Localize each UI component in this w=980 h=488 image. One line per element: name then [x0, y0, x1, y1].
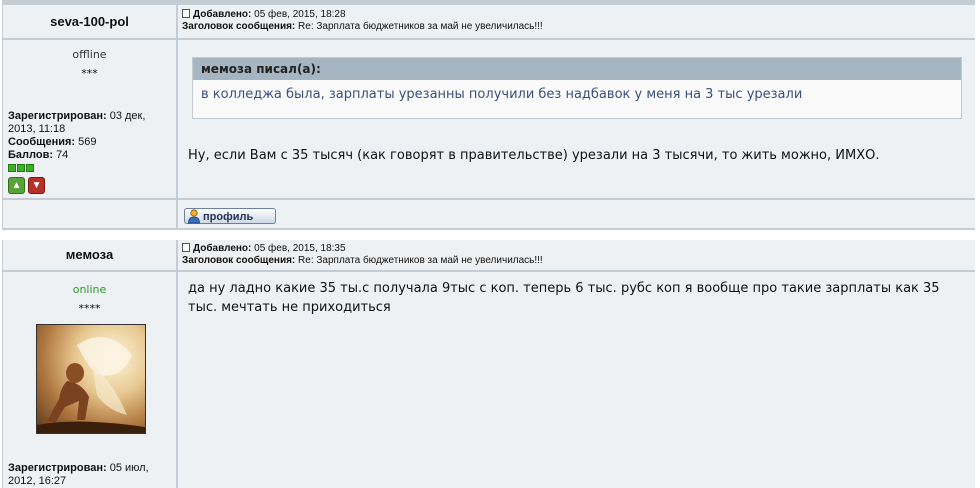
author-profile-cell: offline *** Зарегистрирован: 03 дек, 201… — [3, 40, 176, 198]
user-icon — [188, 209, 200, 224]
avatar — [36, 324, 146, 434]
messages-value: 569 — [78, 136, 97, 148]
added-label: Добавлено: — [193, 9, 252, 20]
thumbs-down-icon[interactable]: ▼ — [28, 177, 46, 194]
profile-button-label: профиль — [203, 211, 254, 223]
online-status: offline — [72, 48, 107, 61]
post-icon[interactable] — [182, 9, 190, 18]
points-label: Баллов: — [8, 149, 53, 161]
post-body-cell: мемоза писал(а): в колледжа была, зарпла… — [178, 40, 975, 198]
quote-text: в колледжа была, зарплаты урезанны получ… — [201, 87, 803, 102]
added-value: 05 фев, 2015, 18:35 — [254, 243, 346, 254]
post-icon[interactable] — [182, 243, 190, 252]
points-indicator — [26, 164, 34, 172]
subject-value: Re: Зарплата бюджетников за май не увели… — [298, 255, 543, 266]
points-indicator — [8, 164, 16, 172]
added-value: 05 фев, 2015, 18:28 — [254, 9, 346, 20]
points-value: 74 — [56, 149, 69, 161]
rank-stars: *** — [81, 67, 98, 80]
added-label: Добавлено: — [193, 243, 252, 254]
author-name[interactable]: мемоза — [3, 240, 176, 270]
post-body-cell: да ну ладно какие 35 ты.с получала 9тыс … — [178, 272, 975, 488]
post-header-cell: Добавлено: 05 фев, 2015, 18:35 Заголовок… — [178, 240, 975, 270]
thumbs-up-icon[interactable]: ▲ — [8, 177, 25, 194]
post-text: Ну, если Вам с 35 тысяч (как говорят в п… — [188, 148, 880, 163]
author-name-cell: seva-100-pol — [3, 5, 176, 38]
profile-button[interactable]: профиль — [184, 208, 276, 224]
author-name[interactable]: seva-100-pol — [3, 5, 176, 38]
subject-label: Заголовок сообщения: — [182, 255, 296, 266]
quote-block: мемоза писал(а): в колледжа была, зарпла… — [192, 57, 962, 119]
post-text: да ну ладно какие 35 ты.с получала 9тыс … — [188, 281, 940, 315]
post-header-cell: Добавлено: 05 фев, 2015, 18:28 Заголовок… — [178, 5, 975, 38]
author-profile-cell: online **** Зарегистрирован: 05 июл, 201… — [3, 272, 176, 488]
subject-value: Re: Зарплата бюджетников за май не увели… — [298, 21, 543, 32]
footer-left-cell — [3, 200, 176, 228]
footer-right-cell: профиль — [178, 200, 975, 228]
registered-label: Зарегистрирован: — [8, 462, 107, 474]
points-indicator — [17, 164, 25, 172]
forum-topic-table: seva-100-pol Добавлено: 05 фев, 2015, 18… — [2, 0, 975, 488]
subject-label: Заголовок сообщения: — [182, 21, 296, 32]
rank-stars: **** — [78, 302, 101, 315]
avatar-image — [37, 337, 145, 433]
post-separator — [2, 230, 975, 240]
online-status: online — [72, 283, 107, 296]
messages-label: Сообщения: — [8, 136, 76, 148]
author-name-cell: мемоза — [3, 240, 176, 270]
quote-author: мемоза писал(а): — [193, 58, 961, 80]
registered-label: Зарегистрирован: — [8, 110, 107, 122]
